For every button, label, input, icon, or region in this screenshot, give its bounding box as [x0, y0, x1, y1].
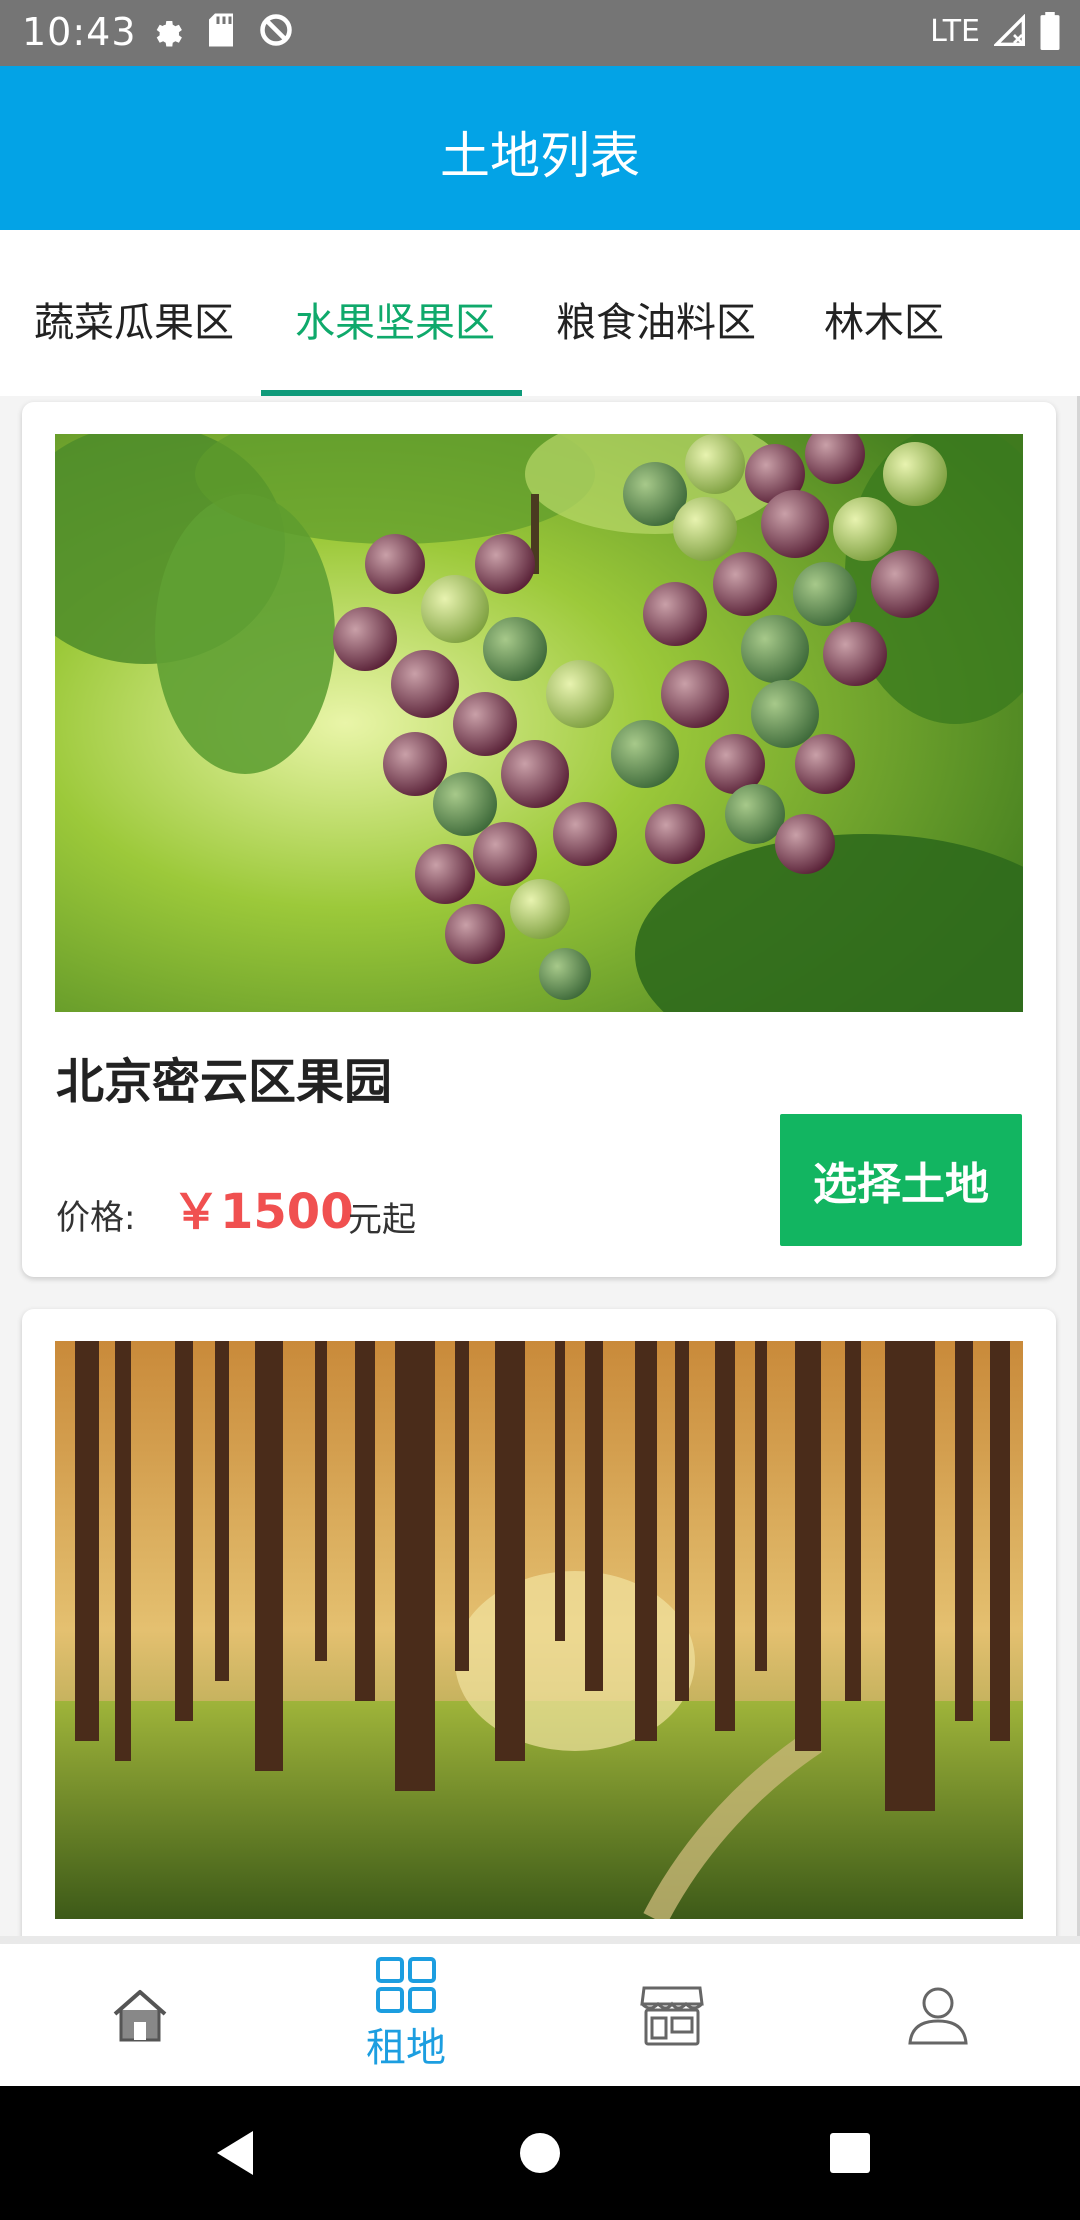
- tab-grain-oil[interactable]: 粮食油料区: [556, 290, 756, 348]
- network-type: LTE: [930, 13, 980, 49]
- tab-fruits-nuts[interactable]: 水果坚果区: [295, 290, 495, 348]
- nav-rent-land-label: 租地: [366, 2025, 446, 2071]
- tab-vegetables[interactable]: 蔬菜瓜果区: [34, 290, 234, 348]
- status-right-icons: LTE: [930, 12, 1060, 50]
- bottom-nav: 租地: [0, 1936, 1080, 2086]
- grapes-photo: [55, 434, 1023, 1012]
- gear-icon: [156, 21, 182, 47]
- price-label: 价格:: [56, 1198, 136, 1238]
- battery-icon: [1040, 12, 1060, 50]
- nav-rent-land[interactable]: 租地: [271, 1944, 541, 2086]
- land-list[interactable]: 北京密云区果园 价格: ￥1500 元起 选择土地: [0, 396, 1080, 1936]
- recents-button[interactable]: [810, 2086, 890, 2220]
- land-card[interactable]: [22, 1309, 1056, 1936]
- price-value: ￥1500: [172, 1184, 354, 1240]
- status-left-icons: [148, 12, 294, 48]
- sd-card-icon: [209, 13, 233, 47]
- status-bar: 10:43 LTE: [0, 0, 1080, 66]
- category-tabs: 蔬菜瓜果区 水果坚果区 粮食油料区 林木区: [0, 230, 1080, 396]
- price-suffix: 元起: [348, 1200, 416, 1240]
- land-title: 北京密云区果园: [56, 1054, 393, 1110]
- home-icon: [113, 1990, 167, 2042]
- app-bar: 土地列表: [0, 66, 1080, 230]
- back-button[interactable]: [195, 2086, 275, 2220]
- home-circle-icon: [520, 2133, 560, 2173]
- back-icon: [217, 2131, 253, 2175]
- forest-photo: [55, 1341, 1023, 1919]
- nav-home[interactable]: [5, 1944, 275, 2086]
- nav-profile[interactable]: [803, 1944, 1073, 2086]
- user-icon: [908, 1987, 968, 2045]
- select-land-button[interactable]: 选择土地: [780, 1114, 1022, 1246]
- page-title: 土地列表: [440, 127, 640, 185]
- sync-disabled-icon: [260, 14, 292, 46]
- home-button[interactable]: [500, 2086, 580, 2220]
- status-time: 10:43: [22, 10, 137, 54]
- nav-store[interactable]: [537, 1944, 807, 2086]
- system-nav-bar: [0, 2086, 1080, 2220]
- grid-icon: [376, 1957, 436, 2013]
- store-icon: [640, 1986, 704, 2046]
- tab-forestry[interactable]: 林木区: [824, 290, 944, 348]
- recents-icon: [830, 2133, 870, 2173]
- signal-icon: [994, 14, 1025, 46]
- land-card[interactable]: 北京密云区果园 价格: ￥1500 元起 选择土地: [22, 402, 1056, 1277]
